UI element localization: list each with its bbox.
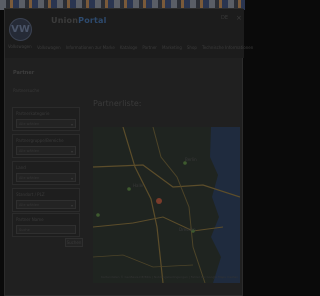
map-marker-icon[interactable] (96, 213, 100, 217)
select-value: Alle wählen (19, 122, 40, 126)
filter-label: Partnergruppe/Bereiche (16, 138, 64, 143)
sidebar-title: Partner (13, 70, 35, 76)
partner-map[interactable]: Berlin Dresden Halle (93, 127, 240, 283)
map-marker-icon[interactable] (127, 187, 131, 191)
partner-modal: VW Volkswagen UnionPortal DE × Volkswage… (4, 8, 253, 296)
partner-name-input[interactable]: Suche (16, 225, 76, 234)
nav-item-marketing[interactable]: Marketing (162, 45, 182, 50)
chevron-down-icon: ▾ (70, 176, 73, 181)
logo-label: Volkswagen (8, 44, 32, 49)
map-attribution: Kartendaten © GeoBasis-DE/BKG | Nutzungs… (101, 275, 239, 279)
page-title: Partnerliste: (93, 99, 142, 108)
country-select[interactable]: Alle wählen ▾ (16, 173, 76, 182)
map-marker-icon[interactable] (156, 198, 162, 204)
filter-label: Standort / PLZ (16, 192, 45, 197)
filter-sidebar: Partner Partnersuche Partnerkategorie Al… (10, 67, 84, 252)
search-button[interactable]: Suchen (65, 238, 83, 247)
portal-title-part-b: Portal (78, 16, 107, 25)
nav-item-shop[interactable]: Shop (187, 45, 197, 50)
close-icon[interactable]: × (236, 14, 242, 22)
sidebar-subtitle: Partnersuche (13, 88, 40, 93)
input-placeholder: Suche (19, 228, 30, 232)
map-city-label: Dresden (179, 227, 196, 232)
chevron-down-icon: ▾ (70, 149, 73, 154)
filter-label: Land (16, 165, 26, 170)
main-nav: Volkswagen Informationen zur Marke Katal… (37, 45, 253, 50)
nav-item-volkswagen[interactable]: Volkswagen (37, 45, 61, 50)
map-canvas (93, 127, 240, 283)
filter-partner-group: Partnergruppe/Bereiche Alle wählen ▾ (12, 134, 80, 158)
nav-item-technical-info[interactable]: Technische Informationen (202, 45, 253, 50)
chevron-down-icon: ▾ (70, 122, 73, 127)
filter-partner-name: Partner Name Suche (12, 213, 80, 237)
partner-group-select[interactable]: Alle wählen ▾ (16, 146, 76, 155)
logo-text: VW (11, 24, 30, 35)
chevron-down-icon: ▾ (70, 203, 73, 208)
map-city-label: Halle (133, 183, 144, 188)
vw-logo-icon[interactable]: VW (9, 18, 32, 41)
select-value: Alle wählen (19, 149, 40, 153)
filter-country: Land Alle wählen ▾ (12, 161, 80, 185)
nav-item-partner[interactable]: Partner (142, 45, 157, 50)
select-value: Alle wählen (19, 203, 40, 207)
map-city-label: Berlin (185, 157, 197, 162)
select-value: Alle wählen (19, 176, 40, 180)
portal-title: UnionPortal (51, 16, 107, 25)
portal-title-part-a: Union (51, 16, 79, 25)
language-switch[interactable]: DE (221, 15, 228, 21)
location-select[interactable]: Alle wählen ▾ (16, 200, 76, 209)
nav-item-brand-info[interactable]: Informationen zur Marke (66, 45, 115, 50)
modal-header: VW Volkswagen UnionPortal DE × Volkswage… (5, 9, 253, 58)
filter-location: Standort / PLZ Alle wählen ▾ (12, 188, 80, 212)
nav-item-catalogs[interactable]: Kataloge (120, 45, 138, 50)
filter-label: Partnerkategorie (16, 111, 50, 116)
filter-partner-category: Partnerkategorie Alle wählen ▾ (12, 107, 80, 131)
partner-category-select[interactable]: Alle wählen ▾ (16, 119, 76, 128)
filter-label: Partner Name (16, 217, 44, 222)
